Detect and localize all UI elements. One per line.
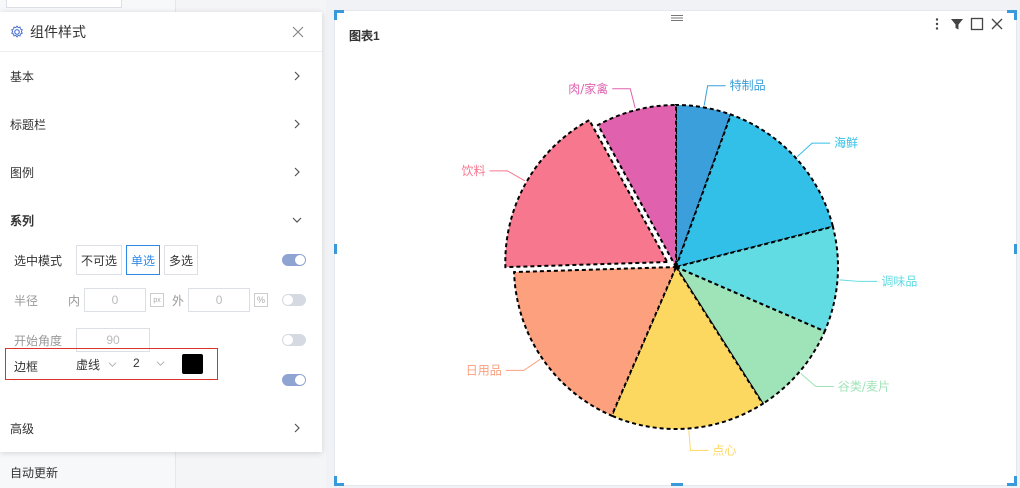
pie-label-line (612, 88, 636, 109)
section-basic[interactable]: 基本 (0, 52, 322, 100)
select-mode-multi-button[interactable]: 多选 (164, 245, 199, 275)
border-label: 边框 (14, 360, 39, 374)
pie-label-line (796, 142, 831, 157)
pie-slice-label: 肉/家禽 (568, 81, 608, 96)
gear-icon (11, 24, 23, 38)
pie-slice-label: 点心 (712, 443, 736, 457)
start-angle-label: 开始角度 (14, 333, 63, 348)
select-mode-none-button[interactable]: 不可选 (76, 245, 123, 275)
chevron-down-icon (156, 360, 165, 366)
panel-title: 组件样式 (30, 23, 86, 40)
chevron-right-icon (294, 71, 300, 81)
section-title-bar[interactable]: 标题栏 (0, 100, 322, 148)
pie-slice-label: 特制品 (730, 78, 766, 93)
chevron-right-icon (294, 167, 300, 177)
radius-label: 半径 (14, 293, 39, 308)
pie-slice-label: 饮料 (461, 164, 485, 178)
section-basic-label: 基本 (10, 69, 35, 84)
sidebar-input-stub (6, 0, 122, 8)
radius-row: 半径 内 0 px 外 0 % (0, 280, 322, 320)
border-color-swatch[interactable] (182, 354, 203, 374)
chevron-right-icon (294, 119, 300, 129)
radius-outer-input[interactable]: 0 (188, 288, 251, 312)
pie-label-line (800, 373, 834, 387)
pie-slice-label: 日用品 (466, 363, 502, 377)
select-mode-toggle[interactable] (282, 254, 306, 266)
pie-slice-label: 调味品 (881, 274, 917, 288)
section-series-label: 系列 (10, 213, 35, 228)
pie-slice-label: 谷类/麦片 (838, 379, 890, 393)
start-angle-toggle[interactable] (282, 334, 306, 346)
pie-label-line (688, 430, 709, 451)
radius-outer-label: 外 (172, 293, 185, 308)
section-legend[interactable]: 图例 (0, 148, 322, 196)
chevron-down-icon (292, 217, 302, 223)
section-series[interactable]: 系列 (0, 196, 322, 244)
border-toggle[interactable] (282, 374, 306, 386)
chevron-right-icon (294, 423, 300, 433)
radius-inner-label: 内 (68, 293, 81, 308)
pie-chart: 特制品海鲜调味品谷类/麦片点心 日用品 饮料 肉/家禽 (461, 78, 917, 458)
border-width-value: 2 (133, 356, 140, 370)
section-advanced-label: 高级 (10, 421, 35, 436)
section-title-bar-label: 标题栏 (10, 117, 47, 132)
chart-canvas[interactable]: 图表1 特制品 海鲜 调味品 谷类/麦片 点心 日用品 饮料 肉/家禽 (334, 10, 1017, 486)
panel-header: 组件样式 (0, 12, 322, 52)
border-style-select[interactable]: 虚线 (76, 356, 117, 373)
select-mode-single-button[interactable]: 单选 (126, 245, 161, 275)
section-advanced[interactable]: 高级 (0, 404, 322, 452)
radius-inner-input[interactable]: 0 (84, 288, 147, 312)
auto-update-label: 自动更新 (10, 466, 59, 480)
pie-slice-label: 海鲜 (834, 135, 858, 150)
radius-toggle[interactable] (282, 294, 306, 306)
component-style-panel: 组件样式 基本 标题栏 图例 系列 选中模式 不可选 单选 多选 半径 内 0 … (0, 12, 322, 452)
border-style-value: 虚线 (76, 358, 101, 372)
border-settings-row: 边框 虚线 2 (5, 348, 218, 380)
pie-label-line (489, 170, 526, 182)
select-mode-row: 选中模式 不可选 单选 多选 (0, 240, 322, 280)
radius-inner-unit: px (150, 293, 165, 307)
pie-label-line (703, 85, 726, 106)
pie-label-line (839, 279, 878, 282)
close-icon[interactable] (292, 26, 304, 38)
radius-outer-unit: % (254, 293, 269, 307)
border-width-select[interactable]: 2 (133, 356, 165, 370)
select-mode-label: 选中模式 (14, 253, 63, 268)
section-legend-label: 图例 (10, 165, 35, 180)
chevron-down-icon (108, 362, 117, 367)
pie-label-line (505, 358, 541, 371)
